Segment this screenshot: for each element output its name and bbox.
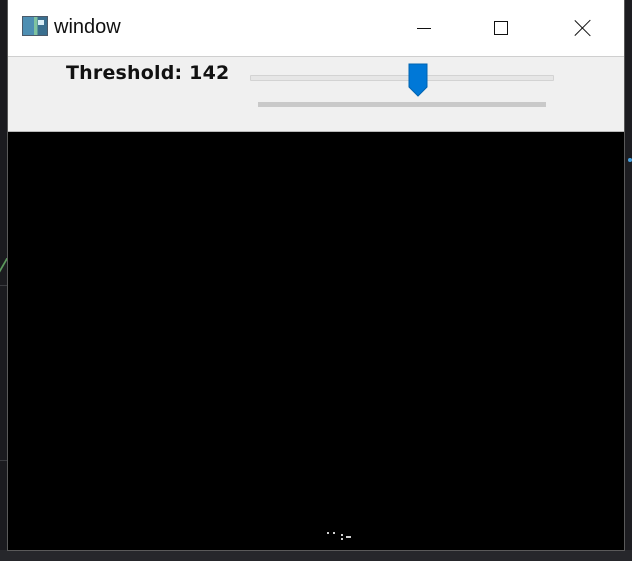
background-bottom-strip (0, 550, 632, 561)
trackbar-panel: Threshold: 142 (8, 57, 624, 132)
threshold-label: Threshold: 142 (66, 62, 230, 84)
close-icon (574, 19, 592, 37)
threshold-slider-tick-bar (258, 102, 546, 107)
minimize-button[interactable] (393, 0, 455, 56)
background-divider (0, 460, 8, 461)
image-noise-speck (333, 532, 335, 534)
maximize-button[interactable] (470, 0, 532, 56)
title-bar[interactable]: window (8, 0, 624, 57)
background-app-left-edge (0, 0, 8, 561)
background-app-right-edge (624, 0, 632, 561)
image-noise-speck (341, 538, 343, 540)
opencv-window: window Threshold: 142 (8, 0, 624, 550)
minimize-icon (417, 27, 431, 29)
image-noise-speck (327, 532, 329, 534)
image-noise-speck (346, 536, 351, 538)
window-app-icon (22, 16, 48, 36)
background-divider (0, 285, 8, 286)
maximize-icon (494, 21, 508, 35)
image-noise-speck (341, 534, 343, 536)
window-title: window (54, 16, 121, 38)
image-display (8, 132, 624, 550)
threshold-slider-track[interactable] (250, 75, 554, 81)
close-button[interactable] (552, 0, 614, 56)
background-dot (628, 158, 632, 162)
threshold-slider-thumb[interactable] (408, 63, 428, 97)
